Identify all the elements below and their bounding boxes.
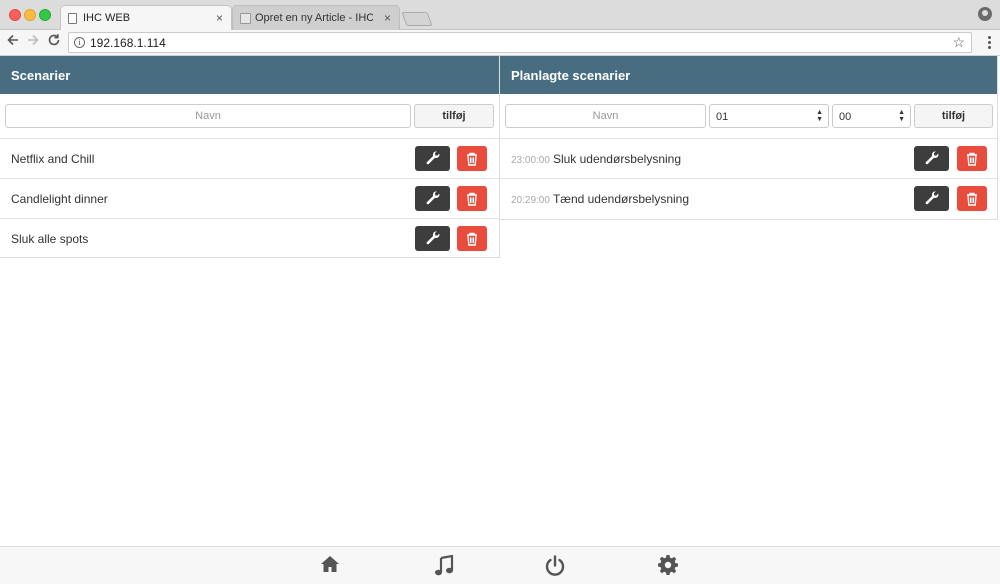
- scenarie-row: Sluk alle spots: [0, 219, 499, 259]
- new-tab-button[interactable]: [401, 12, 433, 26]
- trash-icon: [467, 152, 477, 166]
- delete-planlagt-button[interactable]: [957, 146, 987, 171]
- wrench-icon: [925, 190, 938, 204]
- info-icon[interactable]: i: [74, 37, 85, 48]
- settings-button[interactable]: [656, 555, 680, 577]
- add-planlagt-button[interactable]: tilføj: [914, 104, 993, 128]
- planlagt-time: 23:00:00: [511, 155, 550, 166]
- reload-icon: [48, 34, 60, 46]
- tab-bar: IHC WEB × Opret en ny Article - IHC-User…: [0, 0, 1000, 30]
- scenarie-name-input[interactable]: [5, 104, 411, 128]
- planlagt-time: 20:29:00: [511, 195, 550, 206]
- music-icon: [435, 555, 454, 576]
- wrench-icon: [426, 230, 439, 244]
- zoom-window-button[interactable]: [39, 9, 51, 21]
- close-window-button[interactable]: [9, 9, 21, 21]
- address-bar[interactable]: i 192.168.1.114 ☆: [68, 32, 972, 53]
- footer-nav: [0, 546, 1000, 584]
- home-icon: [321, 556, 339, 572]
- delete-scenarie-button[interactable]: [457, 226, 487, 251]
- planlagt-row: 20:29:00 Tænd udendørsbelysning: [500, 179, 997, 219]
- delete-scenarie-button[interactable]: [457, 186, 487, 211]
- scenarier-panel: Scenarier tilføj Netflix and Chill Candl…: [0, 56, 500, 258]
- profile-icon[interactable]: [978, 7, 992, 21]
- forward-arrow-icon: [28, 34, 39, 46]
- planlagt-name: Sluk udendørsbelysning: [552, 152, 682, 166]
- bookmark-star-icon[interactable]: ☆: [952, 34, 965, 51]
- reload-button[interactable]: [45, 33, 63, 51]
- minimize-window-button[interactable]: [24, 9, 36, 21]
- edit-scenarie-button[interactable]: [415, 186, 450, 211]
- planlagte-header: Planlagte scenarier: [500, 56, 997, 94]
- hour-value: 01: [716, 111, 729, 123]
- page-content: Scenarier tilføj Netflix and Chill Candl…: [0, 56, 1000, 584]
- select-arrows-icon: ▲ ▼: [898, 109, 905, 123]
- add-scenarie-button[interactable]: tilføj: [414, 104, 494, 128]
- wrench-icon: [925, 150, 938, 164]
- scenarie-row: Candlelight dinner: [0, 179, 499, 219]
- scenarie-row: Netflix and Chill: [0, 139, 499, 179]
- power-icon: [545, 555, 565, 576]
- planlagte-panel: Planlagte scenarier 01 ▲▼ 00 ▲▼ tilføj 2…: [500, 56, 998, 220]
- planlagte-add-row: 01 ▲▼ 00 ▲▼ tilføj: [500, 94, 997, 139]
- home-button[interactable]: [318, 555, 342, 577]
- trash-icon: [467, 232, 477, 246]
- browser-toolbar: i 192.168.1.114 ☆: [0, 30, 1000, 56]
- trash-icon: [967, 192, 977, 206]
- delete-planlagt-button[interactable]: [957, 186, 987, 211]
- hour-select[interactable]: 01 ▲ ▼: [709, 104, 829, 128]
- edit-scenarie-button[interactable]: [415, 226, 450, 251]
- tab-ihc-web[interactable]: IHC WEB ×: [60, 5, 232, 30]
- planlagt-row: 23:00:00 Sluk udendørsbelysning: [500, 139, 997, 179]
- browser-window: IHC WEB × Opret en ny Article - IHC-User…: [0, 0, 1000, 584]
- tab-opret-article[interactable]: Opret en ny Article - IHC-User ×: [232, 5, 400, 30]
- close-tab-icon[interactable]: ×: [216, 11, 223, 25]
- wrench-icon: [426, 150, 439, 164]
- back-arrow-icon: [7, 34, 18, 46]
- trash-icon: [967, 152, 977, 166]
- music-button[interactable]: [432, 555, 456, 577]
- planlagt-name-input[interactable]: [505, 104, 706, 128]
- scenarie-name: Sluk alle spots: [11, 232, 89, 246]
- forward-button[interactable]: [24, 33, 42, 51]
- wrench-icon: [426, 190, 439, 204]
- planlagt-label: 20:29:00 Tænd udendørsbelysning: [511, 192, 689, 206]
- scenarie-name: Netflix and Chill: [11, 152, 95, 166]
- close-tab-icon[interactable]: ×: [384, 11, 391, 25]
- url-text[interactable]: 192.168.1.114: [90, 36, 166, 50]
- tab-title: IHC WEB: [83, 12, 131, 24]
- delete-scenarie-button[interactable]: [457, 146, 487, 171]
- tab-title: Opret en ny Article - IHC-User: [255, 12, 373, 24]
- edit-planlagt-button[interactable]: [914, 146, 949, 171]
- power-button[interactable]: [543, 555, 567, 577]
- planlagt-label: 23:00:00 Sluk udendørsbelysning: [511, 152, 681, 166]
- edit-scenarie-button[interactable]: [415, 146, 450, 171]
- scenarier-add-row: tilføj: [0, 94, 499, 139]
- edit-planlagt-button[interactable]: [914, 186, 949, 211]
- scenarier-header: Scenarier: [0, 56, 499, 94]
- minute-select[interactable]: 00 ▲ ▼: [832, 104, 911, 128]
- select-arrows-icon: ▲ ▼: [816, 109, 823, 123]
- scenarie-name: Candlelight dinner: [11, 192, 108, 206]
- back-button[interactable]: [4, 33, 22, 51]
- planlagt-name: Tænd udendørsbelysning: [552, 192, 690, 206]
- browser-menu-icon[interactable]: [988, 36, 991, 50]
- gear-icon: [658, 555, 678, 575]
- page-icon: [68, 13, 77, 24]
- trash-icon: [467, 192, 477, 206]
- page-icon: [240, 13, 251, 24]
- minute-value: 00: [839, 111, 852, 123]
